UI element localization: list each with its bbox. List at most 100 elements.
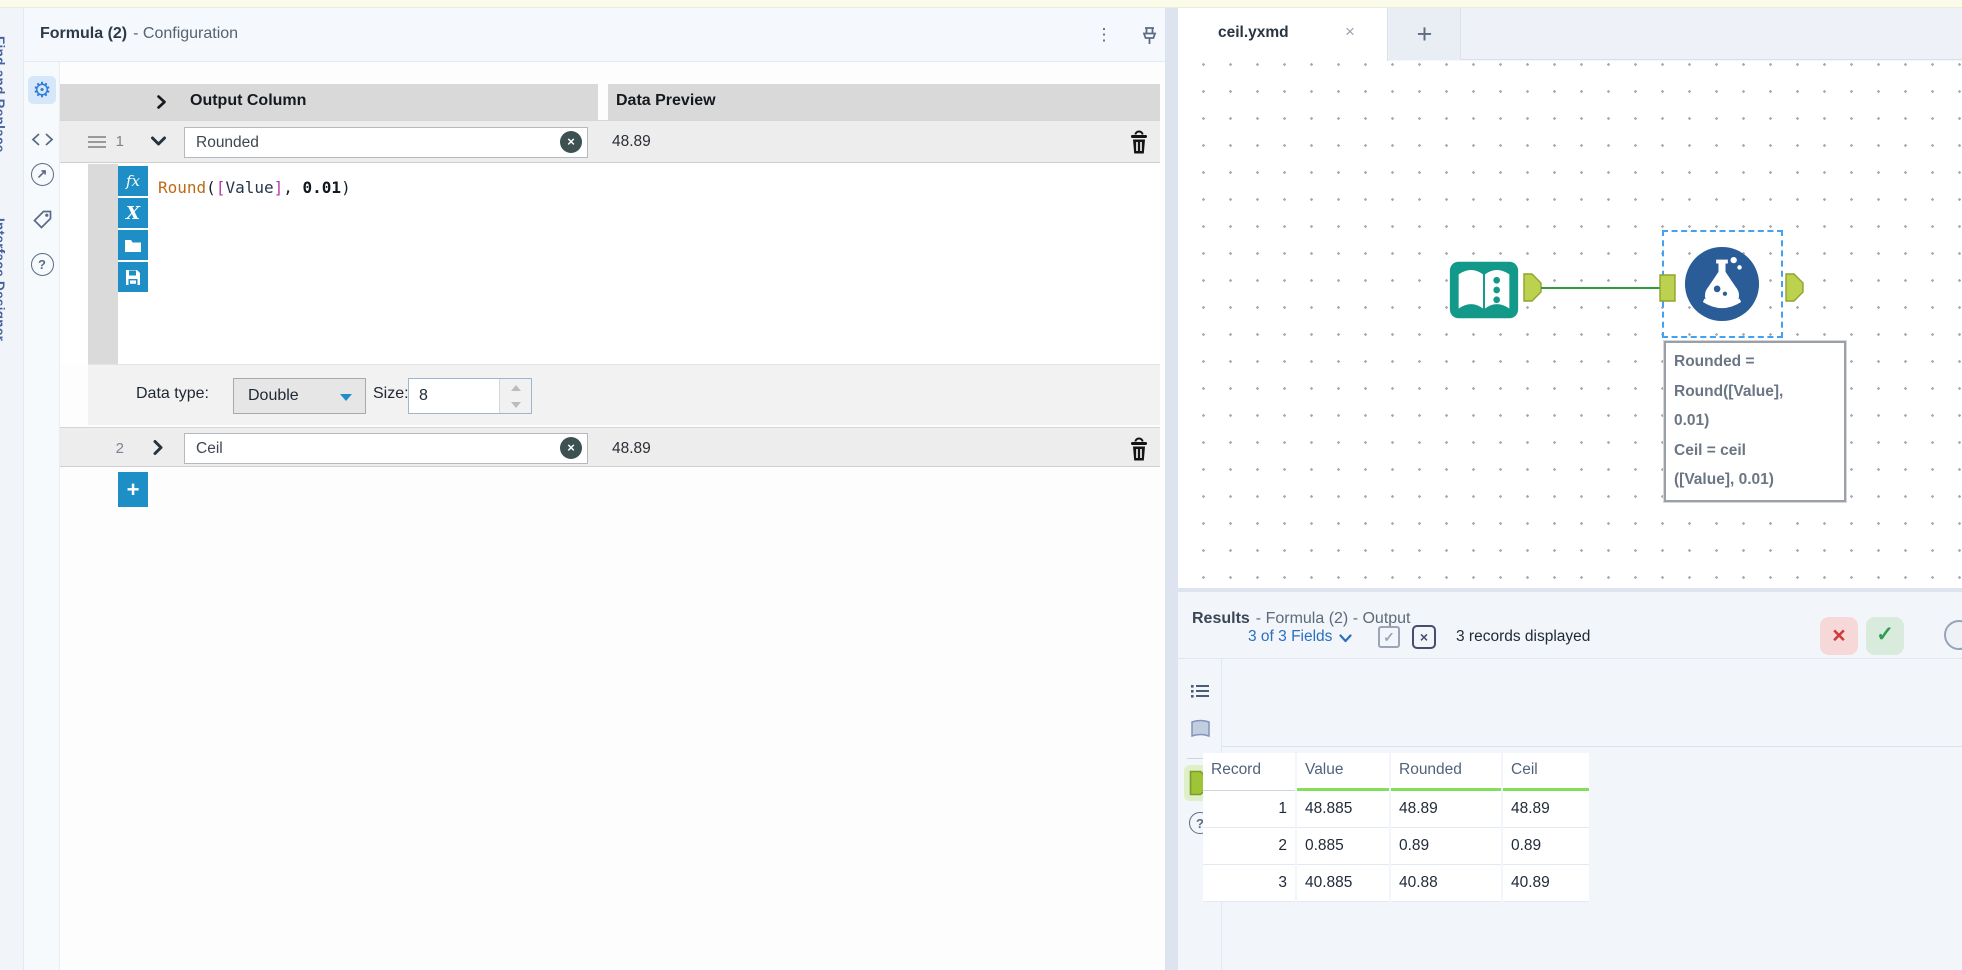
data-quality-error-button[interactable]: × — [1820, 617, 1858, 655]
dock-tab-find-replace[interactable]: Find and Replace — [0, 36, 7, 153]
help-icon: ? — [30, 252, 54, 276]
annotation-line: Round([Value], — [1674, 382, 1784, 400]
cell-viewer-icon[interactable]: × — [1412, 625, 1436, 649]
clear-column-icon[interactable]: × — [560, 131, 582, 153]
table-row: 2 0.885 0.89 0.89 — [1203, 828, 1589, 865]
folder-icon — [125, 239, 141, 252]
results-table: Record Value Rounded Ceil 1 48.885 48.89… — [1203, 753, 1589, 902]
cell-ceil[interactable]: 40.89 — [1503, 865, 1589, 902]
configuration-header: Formula (2) - Configuration ⋮ — [24, 8, 1165, 62]
cell-ceil[interactable]: 0.89 — [1503, 828, 1589, 865]
data-type-value: Double — [248, 387, 299, 404]
output-anchor-icon — [1785, 273, 1804, 302]
expand-all-chevron-icon[interactable] — [154, 94, 169, 110]
workflow-canvas[interactable]: Rounded = Round([Value], 0.01) Ceil = ce… — [1178, 61, 1962, 588]
data-quality-ok-button[interactable]: ✓ — [1866, 617, 1904, 655]
table-row: 3 40.885 40.88 40.89 — [1203, 865, 1589, 902]
annotation-line: Ceil = ceil — [1674, 441, 1746, 459]
overflow-menu-icon[interactable]: ⋮ — [1092, 22, 1116, 48]
cell-value[interactable]: 40.885 — [1297, 865, 1389, 902]
trash-icon — [1131, 437, 1147, 461]
formula-tool-icon — [1684, 246, 1760, 322]
open-example-button[interactable]: ↗ — [28, 160, 56, 188]
collapse-row-chevron-icon[interactable] — [150, 133, 167, 149]
close-tab-icon[interactable]: × — [1340, 22, 1360, 42]
output-column-input[interactable]: Rounded × — [184, 127, 588, 158]
stepper-down-button[interactable] — [500, 396, 531, 413]
tag-tab[interactable] — [28, 205, 56, 233]
table-row: 1 48.885 48.89 48.89 — [1203, 791, 1589, 828]
cell-value[interactable]: 48.885 — [1297, 791, 1389, 828]
expression-gutter — [88, 164, 118, 364]
chevron-down-icon — [1339, 634, 1353, 643]
page-icon — [1190, 719, 1210, 738]
tool-annotation[interactable]: Rounded = Round([Value], 0.01) Ceil = ce… — [1664, 341, 1846, 502]
input-data-tool[interactable] — [1445, 251, 1523, 329]
list-icon — [1191, 685, 1209, 698]
profile-view-button[interactable] — [1186, 715, 1214, 743]
cell-record[interactable]: 3 — [1203, 865, 1295, 902]
formula-tool[interactable] — [1683, 245, 1761, 323]
cell-ceil[interactable]: 48.89 — [1503, 791, 1589, 828]
data-preview-value: 48.89 — [612, 440, 651, 457]
left-dock-tabs: Find and Replace Interface Designer — [0, 8, 24, 970]
settings-tab[interactable]: ⚙ — [28, 76, 56, 104]
results-panel: Results - Formula (2) - Output ? 3 of 3 … — [1178, 592, 1962, 970]
save-expression-button[interactable] — [118, 262, 148, 292]
annotation-line: 0.01) — [1674, 412, 1710, 429]
cell-record[interactable]: 2 — [1203, 828, 1295, 865]
refresh-button-partial[interactable] — [1944, 620, 1962, 650]
records-displayed-text: 3 records displayed — [1456, 628, 1591, 645]
input-tool-output-anchor[interactable] — [1523, 273, 1542, 302]
delete-row-button[interactable] — [1126, 436, 1152, 463]
cell-record[interactable]: 1 — [1203, 791, 1295, 828]
column-header-preview: Data Preview — [616, 92, 716, 109]
output-anchor-icon — [1523, 273, 1542, 302]
output-column-value: Ceil — [196, 440, 223, 457]
fields-dropdown[interactable]: 3 of 3 Fields — [1248, 628, 1353, 646]
column-header-output: Output Column — [190, 92, 307, 109]
cell-value[interactable]: 0.885 — [1297, 828, 1389, 865]
output-column-input[interactable]: Ceil × — [184, 433, 588, 464]
column-header-ceil[interactable]: Ceil — [1503, 753, 1589, 791]
cell-rounded[interactable]: 0.89 — [1391, 828, 1501, 865]
formula-tool-input-anchor[interactable] — [1659, 274, 1676, 302]
divider — [1222, 746, 1962, 747]
stepper-up-button[interactable] — [500, 379, 531, 396]
connection-line[interactable] — [1541, 287, 1663, 289]
annotation-tab[interactable] — [28, 125, 56, 153]
expression-text[interactable]: Round([Value], 0.01) — [158, 178, 351, 197]
cell-rounded[interactable]: 48.89 — [1391, 791, 1501, 828]
metadata-view-button[interactable] — [1186, 677, 1214, 705]
data-type-row: Data type: Double Size: 8 — [88, 364, 1160, 425]
column-header-value[interactable]: Value — [1297, 753, 1389, 791]
dock-tab-interface-designer[interactable]: Interface Designer — [0, 218, 7, 341]
panel-splitter[interactable] — [1165, 8, 1178, 970]
output-column-value: Rounded — [196, 134, 259, 151]
expression-editor[interactable]: fx X Round([Value], 0.01) — [60, 164, 1160, 364]
formula-grid-header: Output Column Data Preview — [60, 84, 1160, 120]
new-workflow-tab-button[interactable]: + — [1389, 8, 1461, 60]
delete-row-button[interactable] — [1126, 129, 1152, 156]
column-accent-bar — [1391, 788, 1501, 791]
expand-row-chevron-icon[interactable] — [150, 439, 166, 456]
annotation-line: Rounded = — [1674, 353, 1755, 370]
formula-tool-output-anchor[interactable] — [1785, 273, 1804, 302]
cell-rounded[interactable]: 40.88 — [1391, 865, 1501, 902]
configuration-title-tool: Formula (2) — [40, 25, 128, 42]
column-header-record[interactable]: Record — [1203, 753, 1295, 791]
open-arrow-icon: ↗ — [30, 162, 54, 186]
size-stepper[interactable]: 8 — [408, 378, 532, 414]
pin-icon[interactable] — [1136, 22, 1162, 48]
data-type-select[interactable]: Double — [233, 378, 366, 414]
variables-button[interactable]: X — [118, 198, 148, 228]
header-divider — [598, 84, 608, 120]
clear-column-icon[interactable]: × — [560, 437, 582, 459]
workflow-tab-active[interactable]: ceil.yxmd × — [1178, 8, 1388, 61]
functions-button[interactable]: fx — [118, 166, 148, 196]
saved-expressions-button[interactable] — [118, 230, 148, 260]
checkbox-filter-icon[interactable]: ✓ — [1378, 626, 1400, 648]
help-button[interactable]: ? — [28, 250, 56, 278]
column-header-rounded[interactable]: Rounded — [1391, 753, 1501, 791]
add-formula-row-button[interactable]: + — [118, 472, 148, 507]
